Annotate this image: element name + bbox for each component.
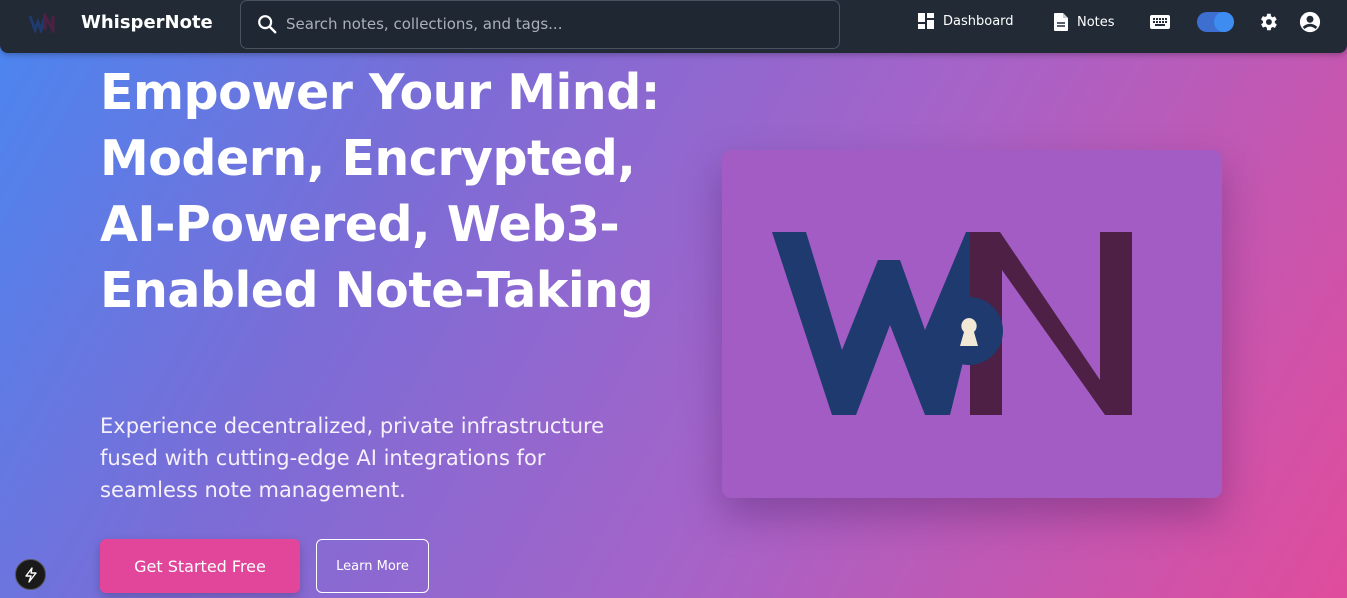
hero-logo-card (722, 150, 1222, 498)
brand-name[interactable]: WhisperNote (81, 12, 213, 33)
theme-toggle[interactable] (1197, 12, 1234, 32)
hero-subtitle: Experience decentralized, private infras… (100, 414, 605, 502)
document-icon (1054, 13, 1068, 31)
nav-notes-label: Notes (1077, 14, 1115, 30)
hero-title: Empower Your Mind: Modern, Encrypted, AI… (100, 64, 660, 319)
get-started-button[interactable]: Get Started Free (100, 539, 300, 593)
search-bar[interactable] (240, 0, 840, 49)
keyboard-icon[interactable] (1150, 14, 1170, 30)
search-icon (258, 15, 277, 34)
logo-mark[interactable] (28, 13, 58, 33)
account-icon[interactable] (1299, 11, 1321, 33)
gear-icon[interactable] (1257, 11, 1279, 33)
toggle-knob (1214, 12, 1234, 32)
nav-dashboard-label: Dashboard (943, 13, 1014, 29)
learn-more-button[interactable]: Learn More (316, 539, 429, 593)
lightning-button[interactable] (15, 559, 46, 590)
nav-notes[interactable]: Notes (1054, 13, 1115, 31)
nav-dashboard[interactable]: Dashboard (918, 13, 1014, 29)
whispernote-logo (772, 232, 1132, 415)
top-navbar: WhisperNote Dashboard Notes (0, 0, 1347, 53)
lightning-icon (24, 566, 37, 583)
search-input[interactable] (286, 11, 826, 37)
dashboard-icon (918, 13, 934, 29)
